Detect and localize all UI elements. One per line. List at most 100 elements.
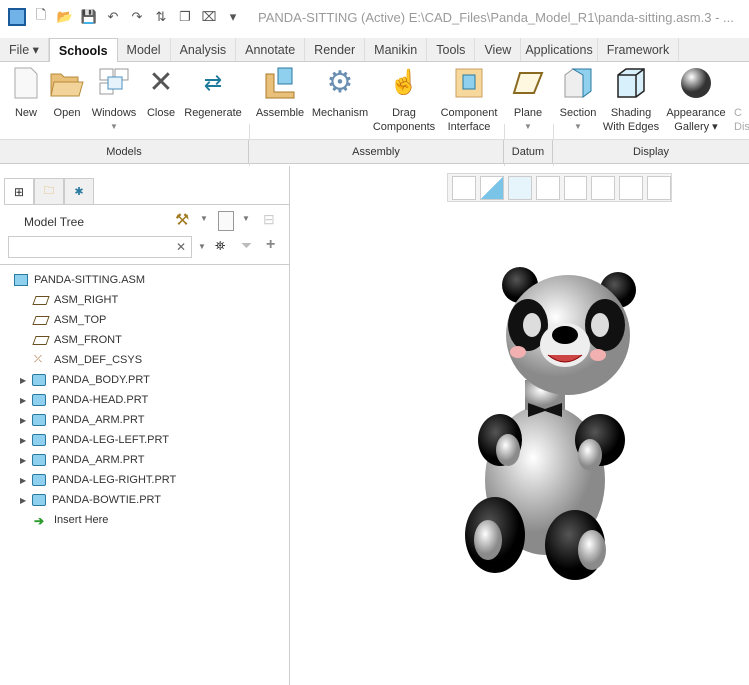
windows-button[interactable]: Windows ▼: [88, 66, 140, 134]
show-list-icon[interactable]: [218, 211, 234, 231]
tree-item[interactable]: ▶ PANDA-BOWTIE.PRT: [14, 490, 176, 510]
puzzle-icon: [452, 66, 486, 100]
save-icon[interactable]: 💾: [80, 8, 98, 26]
datum-display-icon[interactable]: [619, 175, 644, 200]
component-interface-button[interactable]: Component Interface: [438, 66, 500, 134]
tab-schools[interactable]: Schools: [48, 38, 118, 63]
expand-arrow-icon[interactable]: ▶: [20, 476, 32, 485]
refit-zoom-icon[interactable]: [452, 175, 476, 200]
chevron-down-icon[interactable]: ▼: [200, 214, 208, 223]
tab-view[interactable]: View: [475, 38, 522, 61]
zoom-in-icon[interactable]: [479, 175, 504, 200]
view-manager-icon[interactable]: [591, 175, 616, 200]
expand-arrow-icon[interactable]: ▶: [20, 376, 32, 385]
saved-orientations-icon[interactable]: [563, 175, 588, 200]
tab-tools[interactable]: Tools: [427, 38, 476, 61]
settings-tools-icon[interactable]: ⚒: [175, 210, 189, 230]
cosmetic-display-button[interactable]: C Dis: [734, 66, 749, 134]
tab-manikin[interactable]: Manikin: [365, 38, 428, 61]
tree-item-label: PANDA-LEG-RIGHT.PRT: [52, 474, 177, 486]
panda-model[interactable]: [440, 260, 660, 580]
annotation-display-icon[interactable]: [647, 175, 671, 200]
tree-item[interactable]: ➔ Insert Here: [14, 510, 176, 530]
new-file-icon[interactable]: 🗋: [32, 7, 50, 26]
tree-item[interactable]: PANDA-SITTING.ASM: [14, 270, 176, 290]
expand-arrow-icon[interactable]: ▶: [20, 436, 32, 445]
search-input[interactable]: ✕: [8, 236, 192, 258]
new-icon: [9, 66, 43, 100]
label: Interface: [447, 121, 491, 133]
tree-item[interactable]: ASM_FRONT: [14, 330, 176, 350]
app-icon[interactable]: [8, 8, 26, 26]
tab-render[interactable]: Render: [305, 38, 366, 61]
tree-item[interactable]: ▶ PANDA-LEG-RIGHT.PRT: [14, 470, 176, 490]
tab-annotate[interactable]: Annotate: [236, 38, 306, 61]
tab-favorites[interactable]: ✱: [64, 178, 94, 204]
tab-file[interactable]: File ▾: [0, 38, 49, 61]
group-models: Models: [0, 140, 249, 164]
tree-item-label: ASM_RIGHT: [54, 294, 119, 306]
expand-arrow-icon[interactable]: ▶: [20, 456, 32, 465]
expand-arrow-icon[interactable]: ▶: [20, 396, 32, 405]
tree-item-label: ASM_DEF_CSYS: [54, 354, 143, 366]
tree-item[interactable]: ▶ PANDA-LEG-LEFT.PRT: [14, 430, 176, 450]
divider: [4, 204, 290, 205]
new-button[interactable]: New: [6, 66, 46, 120]
model-tree: PANDA-SITTING.ASM ASM_RIGHT ASM_TOP ASM_FRO…: [14, 270, 176, 530]
tab-model[interactable]: Model: [118, 38, 171, 61]
close-window-icon[interactable]: ⌧: [200, 8, 218, 26]
tab-folder-browser[interactable]: 🗀: [34, 178, 64, 204]
redo-icon[interactable]: ↷: [128, 8, 146, 26]
expand-arrow-icon[interactable]: ▶: [20, 416, 32, 425]
tab-applications[interactable]: Applications: [521, 38, 598, 61]
undo-icon[interactable]: ↶: [104, 8, 122, 26]
expand-arrow-icon[interactable]: ▶: [20, 496, 32, 505]
label: Drag: [392, 107, 416, 119]
tree-item[interactable]: ▶ PANDA_ARM.PRT: [14, 410, 176, 430]
ribbon-tabs: File ▾ Schools Model Analysis Annotate R…: [0, 38, 749, 63]
section-icon: [561, 66, 595, 100]
shading-with-edges-button[interactable]: Shading With Edges: [601, 66, 661, 134]
chevron-down-icon[interactable]: ▼: [242, 214, 250, 223]
label: C: [734, 107, 742, 119]
appearance-gallery-button[interactable]: Appearance Gallery ▾: [664, 66, 728, 134]
assemble-icon: [263, 66, 297, 100]
tree-item[interactable]: ▶ PANDA_ARM.PRT: [14, 450, 176, 470]
tab-analysis[interactable]: Analysis: [171, 38, 237, 61]
drag-components-button[interactable]: ☝ Drag Components: [372, 66, 436, 134]
section-button[interactable]: Section ▼: [558, 66, 598, 134]
plane-button[interactable]: Plane ▼: [508, 66, 548, 134]
plane-icon: [511, 66, 545, 100]
customize-dropdown-icon[interactable]: ▾: [224, 8, 242, 26]
open-button[interactable]: Open: [48, 66, 86, 120]
mechanism-button[interactable]: ⚙ Mechanism: [310, 66, 370, 120]
assemble-button[interactable]: Assemble: [254, 66, 306, 120]
tree-item[interactable]: ASM_TOP: [14, 310, 176, 330]
label: Dis: [734, 121, 749, 133]
close-button[interactable]: ✕ Close: [142, 66, 180, 120]
label: Assemble: [255, 107, 305, 119]
windows-icon[interactable]: ❐: [176, 8, 194, 26]
tree-item-label: PANDA_BODY.PRT: [52, 374, 150, 386]
tree-item[interactable]: ⤫ ASM_DEF_CSYS: [14, 350, 176, 370]
repaint-icon[interactable]: [507, 175, 532, 200]
tree-item[interactable]: ASM_RIGHT: [14, 290, 176, 310]
tab-model-tree[interactable]: ⊞: [4, 178, 34, 204]
tree-item[interactable]: ▶ PANDA_BODY.PRT: [14, 370, 176, 390]
cube-icon: [614, 66, 648, 100]
label: Shading: [610, 107, 652, 119]
group-display: Display: [632, 146, 670, 158]
regenerate-button[interactable]: ⇄ Regenerate: [182, 66, 244, 120]
tree-item[interactable]: ▶ PANDA-HEAD.PRT: [14, 390, 176, 410]
label: With Edges: [602, 121, 660, 133]
tab-framework[interactable]: Framework: [598, 38, 680, 61]
open-icon[interactable]: 📂: [56, 8, 74, 26]
binoculars-icon[interactable]: ⛯: [215, 238, 225, 254]
display-style-icon[interactable]: [535, 175, 560, 200]
ribbon: New Open Windows ▼ ✕ Close ⇄ Regenerate Ass…: [0, 62, 749, 202]
filter-icon[interactable]: ⏷: [241, 237, 252, 254]
clear-icon[interactable]: ✕: [176, 240, 186, 254]
add-column-icon[interactable]: +: [266, 236, 275, 254]
chevron-down-icon[interactable]: ▼: [198, 242, 206, 251]
regenerate-icon[interactable]: ⇅: [152, 8, 170, 26]
